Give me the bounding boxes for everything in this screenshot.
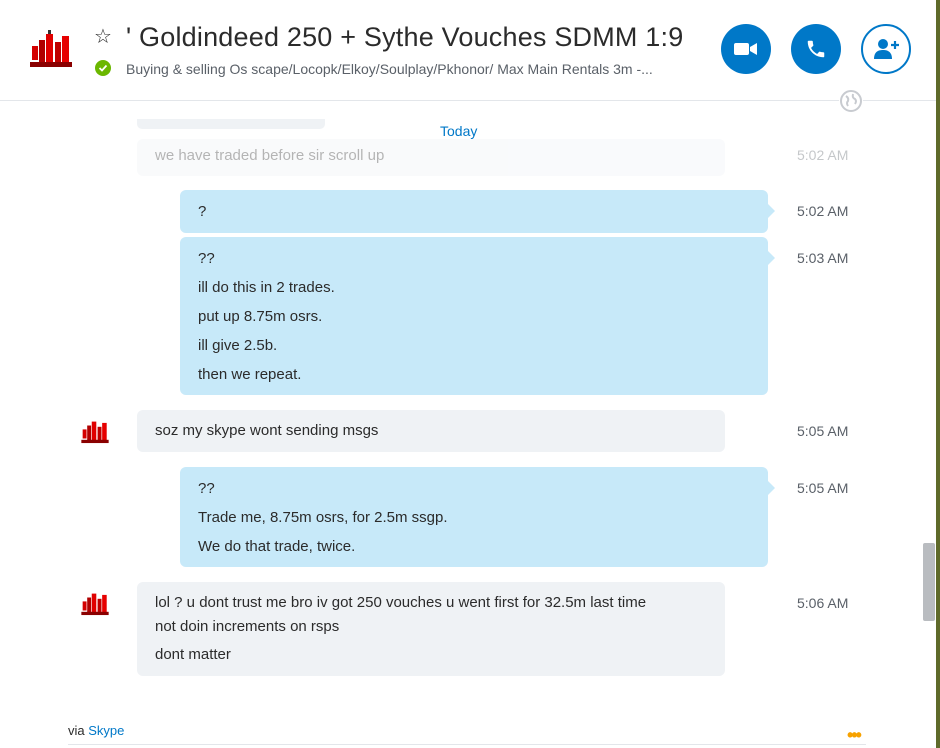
- message-text: Trade me, 8.75m osrs, for 2.5m ssgp.: [198, 509, 448, 526]
- message-source: via Skype: [68, 723, 124, 738]
- video-call-button[interactable]: [721, 24, 771, 74]
- message-text: ?: [198, 203, 207, 220]
- message-text: We do that trade, twice.: [198, 538, 356, 555]
- skype-link[interactable]: Skype: [88, 723, 124, 738]
- contact-avatar[interactable]: [30, 30, 72, 70]
- message-timestamp: 5:05 AM: [797, 480, 849, 496]
- message-timestamp: 5:02 AM: [797, 203, 849, 219]
- sender-avatar[interactable]: [80, 419, 110, 445]
- message-bubble-incoming[interactable]: we have traded before sir scroll up: [137, 139, 725, 176]
- message-timestamp: 5:05 AM: [797, 423, 849, 439]
- message-text: soz my skype wont sending msgs: [155, 422, 379, 439]
- audio-call-button[interactable]: [791, 24, 841, 74]
- message-text: ill do this in 2 trades.: [198, 279, 335, 296]
- previous-message-edge: [137, 119, 325, 129]
- scrollbar-track[interactable]: [920, 101, 936, 748]
- message-bubble-outgoing[interactable]: ?? ill do this in 2 trades. put up 8.75m…: [180, 237, 775, 395]
- message-bubble-incoming[interactable]: lol ? u dont trust me bro iv got 250 vou…: [137, 582, 725, 676]
- favorite-star-icon[interactable]: ☆: [94, 26, 112, 48]
- message-text: put up 8.75m osrs.: [198, 308, 323, 325]
- divider: [68, 744, 866, 745]
- via-label: via: [68, 723, 85, 738]
- message-bubble-incoming[interactable]: soz my skype wont sending msgs: [137, 410, 725, 452]
- audio-call-icon: [807, 40, 825, 58]
- conversation-title: ' Goldindeed 250 + Sythe Vouches SDMM 1:…: [126, 22, 684, 52]
- more-options-icon[interactable]: •••: [847, 725, 862, 746]
- window-edge: [936, 0, 940, 748]
- message-text: we have traded before sir scroll up: [155, 147, 385, 164]
- mood-message: Buying & selling Os scape/Locopk/Elkoy/S…: [126, 61, 653, 77]
- message-text: lol ? u dont trust me bro iv got 250 vou…: [155, 594, 647, 611]
- add-people-button[interactable]: [861, 24, 911, 74]
- conversation-header: ☆ ' Goldindeed 250 + Sythe Vouches SDMM …: [0, 0, 936, 101]
- message-text: ill give 2.5b.: [198, 337, 278, 354]
- message-timestamp: 5:03 AM: [797, 250, 849, 266]
- scrollbar-thumb[interactable]: [923, 543, 935, 621]
- message-text: ??: [198, 250, 215, 267]
- message-text: ??: [198, 480, 215, 497]
- message-timestamp: 5:06 AM: [797, 595, 849, 611]
- message-text: then we repeat.: [198, 366, 302, 383]
- message-timestamp: 5:02 AM: [797, 147, 849, 163]
- message-text: dont matter: [155, 646, 231, 663]
- online-status-icon: [95, 60, 111, 76]
- sender-avatar[interactable]: [80, 591, 110, 617]
- add-people-icon: [874, 39, 899, 59]
- message-bubble-outgoing[interactable]: ?: [180, 190, 775, 233]
- video-call-icon: [734, 43, 757, 55]
- day-separator: Today: [440, 123, 478, 139]
- message-list[interactable]: Today we have traded before sir scroll u…: [0, 101, 920, 748]
- message-bubble-outgoing[interactable]: ?? Trade me, 8.75m osrs, for 2.5m ssgp. …: [180, 467, 775, 567]
- message-text: not doin increments on rsps: [155, 618, 340, 635]
